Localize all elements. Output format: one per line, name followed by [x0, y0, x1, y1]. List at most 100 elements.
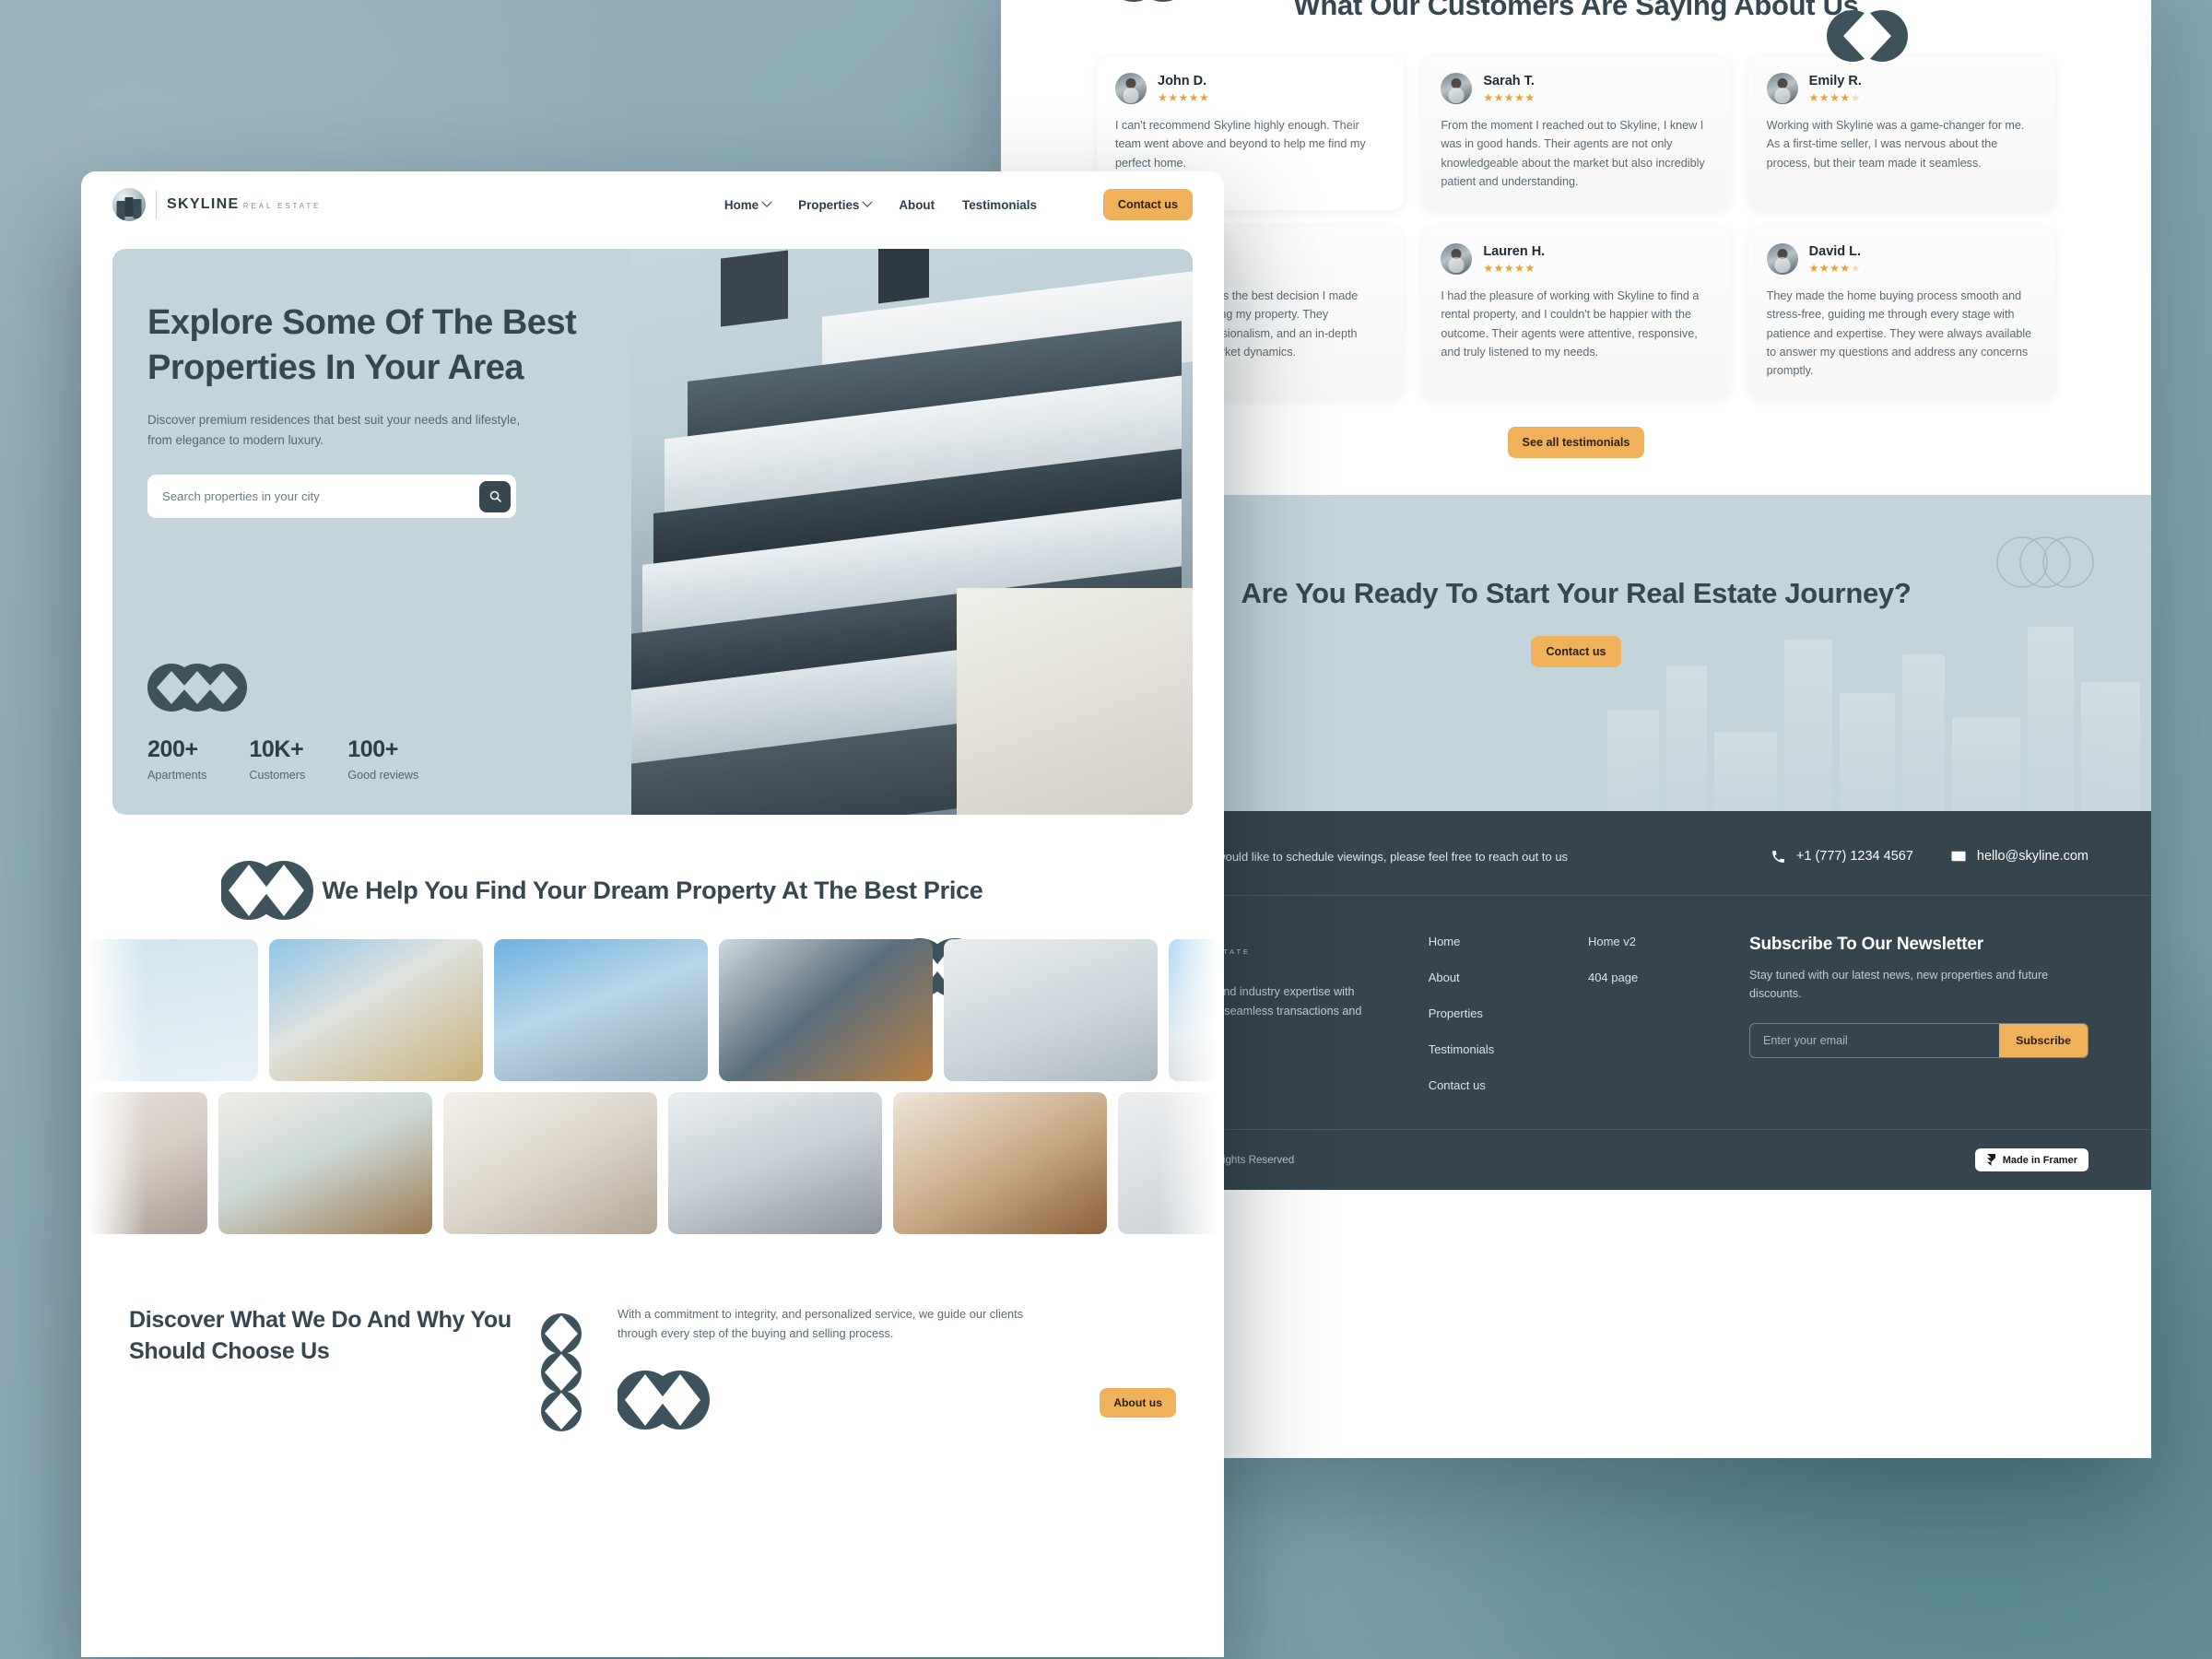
testimonial-quote: I had the pleasure of working with Skyli…: [1441, 288, 1700, 359]
property-image[interactable]: [893, 1091, 1107, 1234]
avatar: [1441, 72, 1473, 104]
testimonial-header: Emily R. ★★★★★: [1766, 72, 2037, 105]
decorative-ornament-icon: [147, 664, 418, 716]
testimonial-author: David L.: [1808, 243, 1862, 259]
decorative-ornament-icon: [221, 857, 334, 924]
property-image[interactable]: [719, 938, 933, 1081]
testimonial-author: Lauren H.: [1483, 243, 1546, 259]
avatar: [1441, 242, 1473, 275]
property-image[interactable]: [944, 938, 1158, 1081]
home-page-panel: SKYLINE REAL ESTATE Home Properties Abou…: [81, 171, 1224, 1657]
hero-content: Explore Some Of The Best Properties In Y…: [112, 249, 696, 815]
footer-link-contact-us[interactable]: Contact us: [1429, 1078, 1588, 1092]
decorative-ornament-icon: [616, 1367, 730, 1438]
discover-section: Discover What We Do And Why You Should C…: [81, 1236, 1224, 1438]
property-image[interactable]: [668, 1091, 882, 1234]
mail-icon: [1950, 848, 1967, 865]
hero-building-image: [630, 249, 1193, 815]
rating-stars: ★★★★★: [1483, 91, 1535, 105]
hero-section: Explore Some Of The Best Properties In Y…: [112, 249, 1193, 815]
footer-link-about[interactable]: About: [1429, 971, 1588, 984]
footer-email[interactable]: hello@skyline.com: [1950, 848, 2088, 865]
nav-item-properties-label: Properties: [798, 197, 860, 212]
discover-body-block: With a commitment to integrity, and pers…: [597, 1304, 1176, 1438]
testimonial-card: Emily R. ★★★★★ Working with Skyline was …: [1747, 55, 2055, 210]
property-image[interactable]: [443, 1091, 657, 1234]
footer-link-home-v2[interactable]: Home v2: [1588, 935, 1731, 948]
search-input[interactable]: [162, 489, 479, 504]
search-button[interactable]: [479, 480, 511, 512]
brand-subtitle: REAL ESTATE: [242, 202, 322, 210]
footer-phone-text: +1 (777) 1234 4567: [1795, 849, 1913, 865]
navbar-contact-button[interactable]: Contact us: [1102, 189, 1193, 220]
stat-value: 10K+: [249, 736, 304, 762]
chevron-down-icon: [862, 196, 874, 207]
nav-item-about[interactable]: About: [899, 198, 935, 212]
testimonial-author: John D.: [1158, 73, 1207, 88]
hero-stats: 200+ Apartments 10K+ Customers 100+ Good…: [147, 664, 418, 782]
testimonial-header: David L. ★★★★★: [1766, 242, 2037, 275]
stats-row: 200+ Apartments 10K+ Customers 100+ Good…: [147, 736, 418, 782]
property-image[interactable]: [81, 1091, 207, 1234]
rating-stars: ★★★★★: [1808, 91, 1861, 105]
property-image[interactable]: [269, 938, 483, 1081]
made-in-framer-badge[interactable]: Made in Framer: [1974, 1148, 2088, 1172]
footer-phone[interactable]: +1 (777) 1234 4567: [1771, 849, 1913, 865]
see-all-testimonials-button[interactable]: See all testimonials: [1507, 426, 1645, 458]
avatar: [1766, 242, 1798, 275]
property-image[interactable]: [494, 938, 708, 1081]
testimonial-card: Lauren H. ★★★★★ I had the pleasure of wo…: [1422, 226, 1730, 399]
footer-link-home[interactable]: Home: [1429, 935, 1588, 948]
nav-item-home[interactable]: Home: [724, 196, 772, 212]
rating-stars: ★★★★★: [1808, 261, 1861, 275]
stat-apartments: 200+ Apartments: [147, 736, 206, 782]
discover-footer-row: About us: [616, 1367, 1176, 1438]
property-image[interactable]: [81, 938, 258, 1081]
nav-item-home-label: Home: [724, 197, 759, 212]
footer-link-testimonials[interactable]: Testimonials: [1429, 1042, 1588, 1056]
framer-badge-text: Made in Framer: [2002, 1154, 2077, 1166]
stat-label: Apartments: [147, 769, 207, 782]
testimonial-author: Sarah T.: [1483, 73, 1535, 88]
nav-item-testimonials[interactable]: Testimonials: [962, 198, 1037, 212]
testimonial-card: David L. ★★★★★ They made the home buying…: [1747, 226, 2055, 399]
footer-link-404-page[interactable]: 404 page: [1588, 971, 1731, 984]
brand-name: SKYLINE: [167, 196, 240, 212]
testimonial-quote: Working with Skyline was a game-changer …: [1766, 119, 2025, 170]
framer-icon: [1986, 1154, 1996, 1167]
search-bar: [147, 475, 516, 519]
navbar: SKYLINE REAL ESTATE Home Properties Abou…: [81, 171, 1224, 238]
cta-contact-button[interactable]: Contact us: [1531, 636, 1621, 668]
phone-icon: [1771, 849, 1786, 865]
newsletter-email-input[interactable]: [1750, 1024, 2000, 1058]
about-us-button[interactable]: About us: [1100, 1387, 1176, 1418]
rating-stars: ★★★★★: [1158, 91, 1210, 105]
hero-subtitle: Discover premium residences that best su…: [147, 413, 521, 448]
testimonial-header: Sarah T. ★★★★★: [1441, 72, 1711, 105]
testimonial-quote: They made the home buying process smooth…: [1766, 288, 2032, 378]
newsletter-title: Subscribe To Our Newsletter: [1749, 935, 1983, 955]
property-gallery: [81, 938, 1224, 1236]
skyline-logo-icon: [112, 188, 146, 221]
discover-heading-block: Discover What We Do And Why You Should C…: [129, 1304, 525, 1368]
testimonials-grid: John D. ★★★★★ I can't recommend Skyline …: [1097, 55, 2055, 399]
stat-customers: 10K+ Customers: [249, 736, 305, 782]
footer-links-col1: Home About Properties Testimonials Conta…: [1429, 935, 1588, 1092]
testimonial-card: Sarah T. ★★★★★ From the moment I reached…: [1422, 55, 1730, 210]
avatar: [1766, 72, 1798, 104]
avatar: [1115, 72, 1147, 104]
newsletter-subscribe-button[interactable]: Subscribe: [1999, 1024, 2088, 1058]
testimonial-quote: I can't recommend Skyline highly enough.…: [1115, 119, 1366, 170]
footer-link-properties[interactable]: Properties: [1429, 1006, 1588, 1020]
property-image[interactable]: [1118, 1091, 1224, 1234]
footer-contact-list: +1 (777) 1234 4567 hello@skyline.com: [1771, 848, 2088, 865]
nav-item-properties[interactable]: Properties: [798, 196, 874, 212]
search-icon: [488, 489, 502, 503]
rating-stars: ★★★★★: [1483, 261, 1535, 275]
property-image[interactable]: [218, 1091, 432, 1234]
gallery-row-interiors: [81, 1091, 1224, 1234]
discover-body: With a commitment to integrity, and pers…: [618, 1306, 1024, 1340]
property-image[interactable]: [1169, 938, 1224, 1081]
brand-logo[interactable]: SKYLINE REAL ESTATE: [112, 188, 321, 221]
footer-email-text: hello@skyline.com: [1976, 849, 2088, 865]
